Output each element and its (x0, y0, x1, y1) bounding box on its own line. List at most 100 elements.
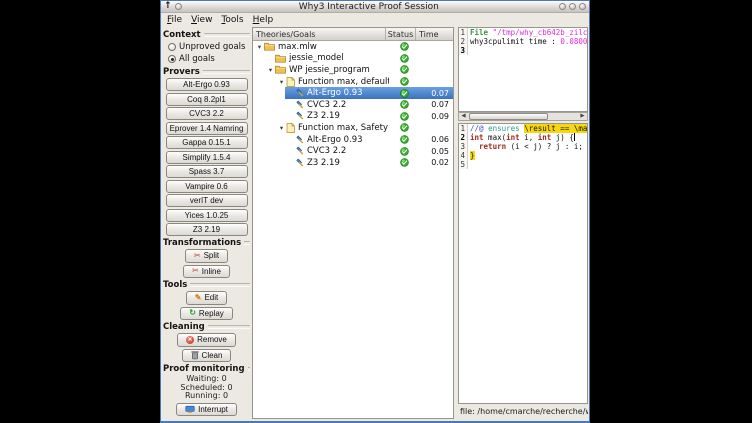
menu-tools[interactable]: Tools (217, 14, 247, 26)
menu-file[interactable]: File (163, 14, 186, 26)
folder-icon (275, 54, 286, 63)
radio-selected-icon[interactable] (168, 55, 176, 63)
folder-icon (264, 42, 275, 51)
status-ok-icon (400, 65, 409, 74)
source-line: } (468, 151, 475, 160)
file-icon (286, 123, 295, 133)
provers-section-title: Provers (163, 67, 250, 77)
tree-row-cvc3-safety[interactable]: CVC3 2.2 0.05 (253, 145, 453, 157)
replay-refresh-icon: ↻ (189, 309, 196, 317)
window-menu-button[interactable] (175, 3, 182, 10)
scrollbar-thumb[interactable] (469, 113, 548, 120)
column-theories-goals[interactable]: Theories/Goals (253, 28, 385, 40)
tree-row-function-max-safety[interactable]: ▾ Function max, Safety (253, 122, 453, 134)
tree-row-function-max-default[interactable]: ▾ Function max, default behavior (253, 76, 453, 88)
menubar: File View Tools Help (161, 13, 589, 27)
source-line: int max(int i, int j) { (468, 133, 575, 142)
remove-icon: ✕ (186, 336, 194, 344)
column-status[interactable]: Status (385, 28, 415, 40)
prover-gappa-button[interactable]: Gappa 0.15.1 (166, 136, 248, 149)
scroll-left-icon[interactable]: ◀ (459, 113, 468, 120)
status-ok-icon (400, 100, 409, 109)
tree-row-wp-jessie-program[interactable]: ▾ WP jessie_program (253, 64, 453, 76)
tree-row-altergo-selected[interactable]: Alt-Ergo 0.93 0.07 (253, 87, 453, 99)
expander-icon[interactable]: ▾ (255, 43, 264, 51)
output-line (468, 46, 470, 55)
interrupt-button[interactable]: Interrupt (176, 403, 237, 417)
maximize-button[interactable] (569, 3, 576, 10)
status-ok-icon (400, 123, 409, 132)
prover-simplify-button[interactable]: Simplify 1.5.4 (166, 151, 248, 164)
prover-icon (294, 100, 304, 110)
split-button[interactable]: ✂ Split (185, 249, 228, 263)
status-ok-icon (400, 112, 409, 121)
tree-row-altergo-safety[interactable]: Alt-Ergo 0.93 0.06 (253, 134, 453, 146)
file-icon (286, 77, 295, 87)
interrupt-monitor-icon (185, 405, 195, 414)
titlebar: ↑ Why3 Interactive Proof Session (161, 1, 589, 13)
status-ok-icon (400, 89, 409, 98)
radio-icon[interactable] (168, 43, 176, 51)
context-section-title: Context (163, 30, 250, 40)
prover-verit-button[interactable]: verIT dev (166, 194, 248, 207)
close-button[interactable] (579, 3, 586, 10)
prover-coq-button[interactable]: Coq 8.2pl1 (166, 93, 248, 106)
prover-cvc3-button[interactable]: CVC3 2.2 (166, 107, 248, 120)
source-line: //@ ensures \result == \max(i,j); (468, 124, 588, 133)
edit-button[interactable]: ✎ Edit (186, 291, 228, 305)
inline-button[interactable]: ✂ Inline (183, 265, 230, 279)
transformations-section-title: Transformations (163, 238, 250, 248)
time-value: 0.02 (419, 158, 453, 167)
prover-yices-button[interactable]: Yices 1.0.25 (166, 209, 248, 222)
expander-icon[interactable]: ▾ (266, 66, 275, 74)
status-ok-icon (400, 135, 409, 144)
radio-all-goals[interactable]: All goals (163, 53, 250, 65)
prover-vampire-button[interactable]: Vampire 0.6 (166, 180, 248, 193)
why3-window: ↑ Why3 Interactive Proof Session File Vi… (160, 0, 590, 423)
menu-help[interactable]: Help (249, 14, 278, 26)
remove-button[interactable]: ✕ Remove (177, 333, 236, 347)
clean-button[interactable]: Clean (182, 349, 232, 363)
expander-icon[interactable]: ▾ (277, 78, 286, 86)
output-line: why3cpulimit time : 0.080000 s (468, 37, 588, 46)
cleaning-section-title: Cleaning (163, 322, 250, 332)
prover-eprover-button[interactable]: Eprover 1.4 Namring (166, 122, 248, 135)
trash-icon (191, 350, 199, 360)
expander-icon[interactable]: ▾ (277, 124, 286, 132)
prover-z3-button[interactable]: Z3 2.19 (166, 223, 248, 236)
prover-icon (294, 111, 304, 121)
source-line (468, 160, 470, 169)
running-count: Running: 0 (163, 392, 250, 401)
prover-altergo-button[interactable]: Alt-Ergo 0.93 (166, 78, 248, 91)
status-ok-icon (400, 42, 409, 51)
tree-row-z3-safety[interactable]: Z3 2.19 0.02 (253, 157, 453, 169)
tree-header: Theories/Goals Status Time (253, 28, 453, 41)
status-ok-icon (400, 54, 409, 63)
status-ok-icon (400, 147, 409, 156)
statusbar-file-path: file: /home/cmarche/recherche/why2-n (458, 404, 588, 419)
replay-button[interactable]: ↻ Replay (180, 307, 233, 321)
prover-icon (294, 158, 304, 168)
prover-icon (294, 146, 304, 156)
radio-unproved-goals[interactable]: Unproved goals (163, 41, 250, 53)
prover-spass-button[interactable]: Spass 3.7 (166, 165, 248, 178)
menu-view[interactable]: View (187, 14, 216, 26)
minimize-button[interactable] (559, 3, 566, 10)
source-code-view[interactable]: 1//@ ensures \result == \max(i,j); 2int … (458, 123, 588, 404)
column-time[interactable]: Time (415, 28, 453, 40)
inline-icon: ✂ (192, 267, 199, 275)
app-icon: ↑ (164, 2, 172, 11)
status-ok-icon (400, 77, 409, 86)
theories-goals-panel: Theories/Goals Status Time ▾ max.mlw (252, 27, 454, 419)
tree-row-max-mlw[interactable]: ▾ max.mlw (253, 41, 453, 53)
tree-row-cvc3-default[interactable]: CVC3 2.2 0.07 (253, 99, 453, 111)
scroll-right-icon[interactable]: ▶ (578, 113, 587, 120)
prover-output-view[interactable]: 1File "/tmp/why_cb642b_zilch-zilch- 2why… (458, 27, 588, 112)
folder-icon (275, 65, 286, 74)
monitoring-section-title: Proof monitoring (163, 364, 250, 374)
tree-row-jessie-model[interactable]: jessie_model (253, 53, 453, 65)
text-cursor (574, 133, 575, 141)
tree-row-z3-default[interactable]: Z3 2.19 0.09 (253, 111, 453, 123)
horizontal-scrollbar[interactable]: ◀ ▶ (458, 112, 588, 121)
window-title: Why3 Interactive Proof Session (182, 2, 556, 12)
